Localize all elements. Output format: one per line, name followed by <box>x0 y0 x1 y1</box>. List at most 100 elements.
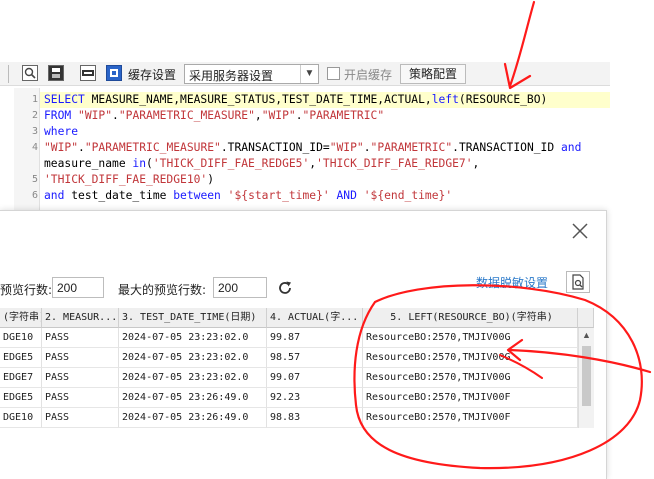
code-token: test_date_time <box>71 189 174 202</box>
code-token: '${end_time}' <box>363 189 453 202</box>
column-header[interactable]: 5. LEFT(RESOURCE_BO)(字符串) <box>363 308 578 328</box>
preview-settings-button[interactable] <box>566 271 590 293</box>
code-token: "PARAMETRIC" <box>302 109 385 122</box>
code-token: . <box>295 109 303 122</box>
table-cell: PASS <box>42 388 119 408</box>
line-number: 4 <box>31 142 38 153</box>
enable-cache-label: 开启缓存 <box>344 68 393 82</box>
sql-format-icon[interactable] <box>80 65 96 81</box>
code-token: "PARAMETRIC" <box>370 141 453 154</box>
table-cell: 98.57 <box>267 348 363 368</box>
find-icon[interactable] <box>22 65 38 81</box>
preview-rows-label: 预览行数: <box>0 283 53 297</box>
preview-rows-input[interactable]: 200 <box>52 277 104 298</box>
table-cell: 92.23 <box>267 388 363 408</box>
table-cell: DGE10 <box>0 408 42 428</box>
cache-mode-value: 采用服务器设置 <box>189 69 274 83</box>
table-cell: 2024-07-05 23:26:49.0 <box>119 388 267 408</box>
line-number: 6 <box>31 190 38 201</box>
column-header[interactable]: 2. MEASUR... <box>42 308 119 328</box>
table-cell: ResourceBO:2570,TMJIV00G <box>363 368 578 388</box>
code-token: and <box>560 141 582 154</box>
cache-settings-label: 缓存设置 <box>128 68 177 82</box>
table-cell: EDGE5 <box>0 388 42 408</box>
enable-cache-checkbox[interactable] <box>327 67 340 80</box>
refresh-icon[interactable] <box>276 279 294 297</box>
code-token: SELECT <box>44 93 92 106</box>
column-header[interactable]: 3. TEST_DATE_TIME(日期) <box>119 308 267 328</box>
code-token: (RESOURCE_BO) <box>458 93 548 106</box>
editor-toolbar: 缓存设置 采用服务器设置 ▼ 开启缓存 策略配置 <box>0 62 610 86</box>
scrollbar-thumb[interactable] <box>582 346 591 406</box>
line-number: 2 <box>31 110 38 121</box>
code-token: '${start_time}' <box>227 189 330 202</box>
code-token: . <box>78 141 85 154</box>
table-cell: PASS <box>42 328 119 348</box>
code-token: "PARAMETRIC_MEASURE" <box>118 109 255 122</box>
code-token: where <box>44 125 79 138</box>
preview-dialog: 预览行数: 200 最大的预览行数: 200 数据脱敏设置 (字符串) 2. M… <box>0 210 607 479</box>
code-token: left <box>431 93 459 106</box>
code-token: "WIP" <box>329 141 364 154</box>
sql-editor[interactable]: 1 2 3 4 5 6 SELECT MEASURE_NAME,MEASURE_… <box>0 88 610 210</box>
code-token: between <box>173 189 228 202</box>
table-cell: 2024-07-05 23:23:02.0 <box>119 348 267 368</box>
code-line: where <box>44 124 78 140</box>
table-cell: ResourceBO:2570,TMJIV00G <box>363 348 578 368</box>
code-token: AND <box>329 189 364 202</box>
save-icon[interactable] <box>48 65 64 81</box>
code-token: , <box>472 157 480 170</box>
max-preview-rows-input[interactable]: 200 <box>213 277 267 298</box>
line-number: 3 <box>31 126 38 137</box>
code-token: and <box>44 189 72 202</box>
code-token: measure_name <box>44 157 133 170</box>
code-token: 'THICK_DIFF_FAE_REDGE10' <box>44 173 208 186</box>
code-token: "WIP" <box>78 109 113 122</box>
param-settings-icon[interactable] <box>106 65 122 81</box>
table-cell: ResourceBO:2570,TMJIV00F <box>363 408 578 428</box>
line-number-gutter: 1 2 3 4 5 6 <box>14 88 40 210</box>
table-cell: ResourceBO:2570,TMJIV00F <box>363 388 578 408</box>
code-token: 'THICK_DIFF_FAE_REDGE5' <box>152 157 310 170</box>
table-cell: EDGE7 <box>0 368 42 388</box>
code-token: MEASURE_NAME,MEASURE_STATUS,TEST_DATE_TI… <box>91 93 432 106</box>
data-desensitization-link[interactable]: 数据脱敏设置 <box>476 274 548 291</box>
code-token: in <box>132 157 147 170</box>
column-header-spacer <box>578 308 594 328</box>
table-cell: 2024-07-05 23:26:49.0 <box>119 408 267 428</box>
document-search-icon <box>572 274 584 290</box>
line-number: 1 <box>31 94 38 105</box>
code-line: FROM "WIP"."PARAMETRIC_MEASURE","WIP"."P… <box>44 108 384 124</box>
code-line: and test_date_time between '${start_time… <box>44 188 452 204</box>
chevron-down-icon[interactable]: ▼ <box>300 65 318 83</box>
code-token: 'THICK_DIFF_FAE_REDGE7' <box>316 157 473 170</box>
code-token: "PARAMETRIC_MEASURE" <box>84 141 221 154</box>
code-token: .TRANSACTION_ID <box>452 141 561 154</box>
code-token: "WIP" <box>261 109 296 122</box>
toolbar-separator <box>8 65 9 83</box>
code-token: , <box>254 109 262 122</box>
table-cell: PASS <box>42 348 119 368</box>
table-cell: ResourceBO:2570,TMJIV00G <box>363 328 578 348</box>
code-token: . <box>112 109 119 122</box>
close-icon[interactable] <box>570 221 590 241</box>
code-line: 'THICK_DIFF_FAE_REDGE10') <box>44 172 214 188</box>
table-cell: 99.87 <box>267 328 363 348</box>
table-cell: 2024-07-05 23:23:02.0 <box>119 328 267 348</box>
table-cell: 2024-07-05 23:23:02.0 <box>119 368 267 388</box>
code-token: .TRANSACTION_ID= <box>220 141 330 154</box>
code-token: FROM <box>44 109 79 122</box>
column-header[interactable]: (字符串) <box>0 308 42 328</box>
line-number: 5 <box>31 174 38 185</box>
code-token: "WIP" <box>44 141 79 154</box>
table-cell: PASS <box>42 408 119 428</box>
strategy-config-button[interactable]: 策略配置 <box>400 64 466 84</box>
table-vertical-scrollbar[interactable]: ▲ <box>578 328 594 428</box>
max-preview-rows-label: 最大的预览行数: <box>118 283 207 297</box>
cache-mode-select[interactable]: 采用服务器设置 ▼ <box>184 64 319 84</box>
table-cell: PASS <box>42 368 119 388</box>
code-token: ) <box>207 173 215 186</box>
scroll-up-icon[interactable]: ▲ <box>579 330 594 340</box>
table-cell: 99.07 <box>267 368 363 388</box>
column-header[interactable]: 4. ACTUAL(字... <box>267 308 363 328</box>
